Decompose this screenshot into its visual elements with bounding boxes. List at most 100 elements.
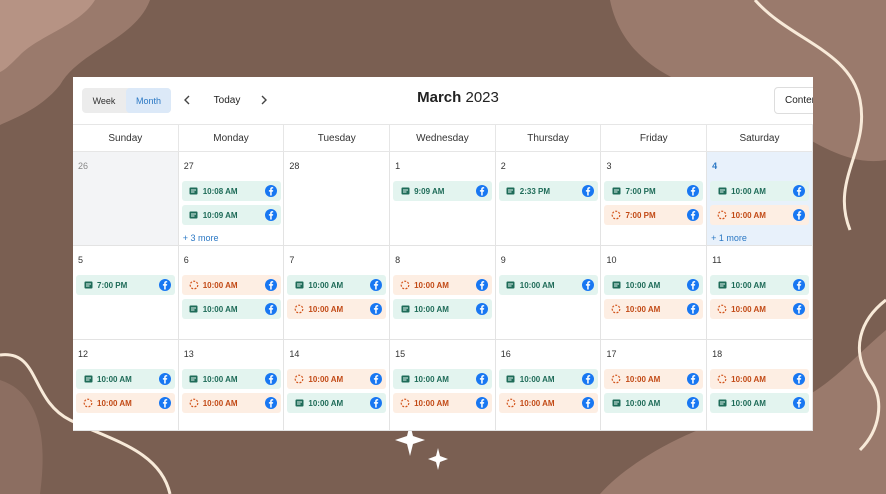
day-cell[interactable]: 18 10:00 AM 10:00 AM <box>707 340 813 431</box>
calendar-event[interactable]: 10:00 AM <box>604 369 704 389</box>
more-events-link[interactable]: + 3 more <box>183 233 219 243</box>
calendar-event[interactable]: 10:00 AM <box>710 275 810 295</box>
day-number: 13 <box>183 349 194 359</box>
facebook-icon <box>793 209 806 221</box>
calendar-event[interactable]: 10:00 AM <box>287 369 387 389</box>
calendar-event[interactable]: 10:00 AM <box>76 369 175 389</box>
day-cell[interactable]: 17 10:00 AM 10:00 AM <box>601 340 708 431</box>
event-time: 10:00 AM <box>308 304 344 314</box>
facebook-icon <box>687 209 700 221</box>
calendar-event[interactable]: 10:00 AM <box>393 299 493 319</box>
calendar-event[interactable]: 10:00 AM <box>498 275 598 295</box>
post-card-icon <box>715 396 729 410</box>
facebook-icon <box>264 397 277 409</box>
day-cell[interactable]: 3 7:00 PM 7:00 PM <box>601 152 708 246</box>
day-cell[interactable]: 5 7:00 PM <box>73 246 179 340</box>
day-cell[interactable]: 15 10:00 AM 10:00 AM <box>390 340 496 431</box>
day-cell[interactable]: 28 <box>284 152 391 246</box>
calendar-event[interactable]: 7:00 PM <box>604 181 704 201</box>
post-card-icon <box>609 278 623 292</box>
calendar-event[interactable]: 2:33 PM <box>498 181 598 201</box>
facebook-icon <box>687 279 700 291</box>
day-cell[interactable]: 6 10:00 AM 10:00 AM <box>178 246 285 340</box>
day-cell[interactable]: 13 10:00 AM 10:00 AM <box>178 340 285 431</box>
view-month-button[interactable]: Month <box>126 88 171 113</box>
calendar-event[interactable]: 10:00 AM <box>76 393 175 413</box>
day-number: 12 <box>78 349 89 359</box>
calendar-event[interactable]: 10:08 AM <box>181 181 281 201</box>
calendar-event[interactable]: 10:00 AM <box>181 393 281 413</box>
content-filter-button[interactable]: Content <box>774 87 813 114</box>
day-cell[interactable]: 27 10:08 AM 10:09 AM + 3 more <box>178 152 285 246</box>
calendar-event[interactable]: 10:00 AM <box>393 275 493 295</box>
weekday-header-row: Sunday Monday Tuesday Wednesday Thursday… <box>73 124 813 152</box>
calendar-event[interactable]: 10:00 AM <box>181 369 281 389</box>
calendar-event[interactable]: 10:00 AM <box>604 275 704 295</box>
day-cell[interactable]: 10 10:00 AM 10:00 AM <box>601 246 708 340</box>
event-time: 10:00 AM <box>519 280 555 290</box>
chevron-right-icon[interactable] <box>256 91 272 109</box>
chevron-left-icon[interactable] <box>179 91 195 109</box>
dashed-clock-icon <box>609 302 623 316</box>
event-time: 10:00 AM <box>731 280 766 290</box>
calendar-event[interactable]: 10:00 AM <box>604 299 704 319</box>
calendar-event[interactable]: 10:00 AM <box>181 275 281 295</box>
view-week-button[interactable]: Week <box>82 88 126 113</box>
today-button[interactable]: Today <box>207 91 247 109</box>
day-number: 27 <box>183 161 194 171</box>
calendar-event[interactable]: 10:00 AM <box>287 393 387 413</box>
facebook-icon <box>159 397 171 409</box>
calendar-event[interactable]: 10:00 AM <box>393 369 493 389</box>
calendar-event[interactable]: 10:00 AM <box>287 299 387 319</box>
facebook-icon <box>793 397 806 409</box>
post-card-icon <box>609 184 623 198</box>
event-time: 10:00 AM <box>202 304 238 314</box>
calendar-event[interactable]: 7:00 PM <box>76 275 175 295</box>
day-cell[interactable]: 1 9:09 AM <box>390 152 496 246</box>
dashed-clock-icon <box>187 396 201 410</box>
calendar-event[interactable]: 10:00 AM <box>287 275 387 295</box>
calendar-event[interactable]: 10:00 AM <box>710 299 810 319</box>
facebook-icon <box>159 373 171 385</box>
post-card-icon <box>398 184 412 198</box>
more-events-link[interactable]: + 1 more <box>711 233 747 243</box>
calendar-event[interactable]: 10:00 AM <box>710 181 810 201</box>
day-number: 14 <box>289 349 300 359</box>
dashed-clock-icon <box>292 302 306 316</box>
day-cell[interactable]: 2 2:33 PM <box>495 152 602 246</box>
calendar-event[interactable]: 10:00 AM <box>710 205 810 225</box>
day-number: 8 <box>395 255 401 265</box>
facebook-icon <box>476 303 489 315</box>
calendar-event[interactable]: 10:00 AM <box>604 393 704 413</box>
calendar-event[interactable]: 10:09 AM <box>181 205 281 225</box>
month-year: 2023 <box>465 89 499 106</box>
calendar-event[interactable]: 9:09 AM <box>393 181 493 201</box>
post-card-icon <box>504 372 518 386</box>
day-cell[interactable]: 8 10:00 AM 10:00 AM <box>390 246 496 340</box>
day-cell[interactable]: 16 10:00 AM 10:00 AM <box>495 340 602 431</box>
post-card-icon <box>187 208 201 222</box>
weekday-header: Friday <box>601 125 708 151</box>
day-cell[interactable]: 11 10:00 AM 10:00 AM <box>707 246 813 340</box>
day-number: 2 <box>500 161 506 171</box>
post-card-icon <box>187 302 201 316</box>
day-cell[interactable]: 26 <box>73 152 179 246</box>
day-cell[interactable]: 4 10:00 AM 10:00 AM + 1 more <box>707 152 813 246</box>
day-number: 4 <box>712 161 718 171</box>
post-card-icon <box>292 278 306 292</box>
post-card-icon <box>81 372 95 386</box>
day-cell[interactable]: 14 10:00 AM 10:00 AM <box>284 340 391 431</box>
calendar-event[interactable]: 10:00 AM <box>498 369 598 389</box>
calendar-event[interactable]: 10:00 AM <box>710 369 810 389</box>
calendar-event[interactable]: 10:00 AM <box>181 299 281 319</box>
calendar-event[interactable]: 10:00 AM <box>710 393 810 413</box>
day-cell[interactable]: 12 10:00 AM 10:00 AM <box>73 340 179 431</box>
day-cell[interactable]: 7 10:00 AM 10:00 AM <box>284 246 391 340</box>
day-cell[interactable]: 9 10:00 AM <box>495 246 602 340</box>
event-time: 10:00 AM <box>625 398 661 408</box>
facebook-icon <box>793 373 806 385</box>
calendar-event[interactable]: 10:00 AM <box>498 393 598 413</box>
dashed-clock-icon <box>715 208 729 222</box>
calendar-event[interactable]: 10:00 AM <box>393 393 493 413</box>
calendar-event[interactable]: 7:00 PM <box>604 205 704 225</box>
